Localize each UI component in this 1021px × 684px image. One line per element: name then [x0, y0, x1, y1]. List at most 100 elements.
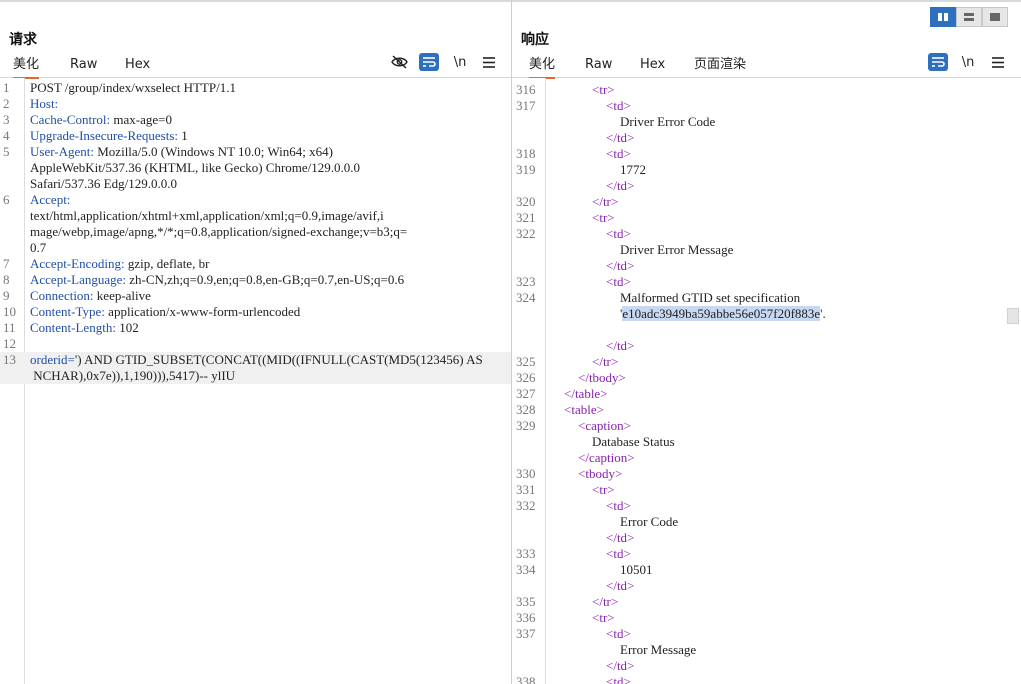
- line-content: Accept-Encoding: gzip, deflate, br: [30, 256, 209, 272]
- code-line: 0.7: [0, 240, 511, 256]
- code-line: 1 POST /group/index/wxselect HTTP/1.1: [0, 80, 511, 96]
- response-tab-render[interactable]: 页面渲染: [694, 56, 746, 77]
- code-line: Database Status: [512, 434, 1021, 450]
- html-tag: <td>: [606, 146, 631, 161]
- line-content: </tr>: [592, 194, 618, 210]
- code-line: text/html,application/xhtml+xml,applicat…: [0, 208, 511, 224]
- line-content: AppleWebKit/537.36 (KHTML, like Gecko) C…: [30, 160, 360, 176]
- line-number: 325: [516, 354, 536, 369]
- text-segment: gzip, deflate, br: [124, 256, 210, 271]
- line-content: </td>: [606, 178, 634, 194]
- wrap-lines-icon[interactable]: [419, 53, 439, 71]
- code-line: 327 </table>: [512, 386, 1021, 402]
- code-line: 11 Content-Length: 102: [0, 320, 511, 336]
- code-line: </td>: [512, 658, 1021, 674]
- request-title: 请求: [9, 32, 37, 48]
- layout-toggle-group: [930, 7, 1008, 27]
- header-key: Accept:: [30, 192, 71, 207]
- header-key: User-Agent:: [30, 144, 94, 159]
- line-content: <td>: [606, 674, 631, 684]
- newline-toggle[interactable]: \n: [450, 53, 470, 71]
- line-content: NCHAR),0x7e)),1,190))),5417)-- ylIU: [30, 368, 235, 384]
- code-line: 334 10501: [512, 562, 1021, 578]
- line-content: 'e10adc3949ba59abbe56e057f20f883e'.: [620, 306, 826, 322]
- split-columns-icon[interactable]: [930, 7, 956, 27]
- line-number: 330: [516, 466, 536, 481]
- header-key: Host:: [30, 96, 59, 111]
- line-content: orderid=') AND GTID_SUBSET(CONCAT((MID((…: [30, 352, 483, 368]
- code-line: </td>: [512, 338, 1021, 354]
- text-segment: Mozilla/5.0 (Windows NT 10.0; Win64; x64…: [94, 144, 333, 159]
- code-line: 8 Accept-Language: zh-CN,zh;q=0.9,en;q=0.…: [0, 272, 511, 288]
- response-tab-pretty[interactable]: 美化: [529, 56, 556, 79]
- line-content: </td>: [606, 578, 634, 594]
- line-content: Error Code: [620, 514, 678, 530]
- newline-toggle[interactable]: \n: [958, 53, 978, 71]
- code-line: </caption>: [512, 450, 1021, 466]
- html-tag: </td>: [606, 530, 635, 545]
- line-content: mage/webp,image/apng,*/*;q=0.8,applicati…: [30, 224, 407, 240]
- code-line: 319 1772: [512, 162, 1021, 178]
- line-content: <tbody>: [578, 466, 622, 482]
- code-line: 9 Connection: keep-alive: [0, 288, 511, 304]
- code-line: </td>: [512, 130, 1021, 146]
- line-content: <table>: [564, 402, 604, 418]
- text-segment: Malformed GTID set specification: [620, 290, 801, 305]
- hide-eye-icon[interactable]: [389, 53, 409, 71]
- code-line: 326 </tbody>: [512, 370, 1021, 386]
- request-editor[interactable]: 1 POST /group/index/wxselect HTTP/1.1 2 Hos…: [0, 78, 511, 684]
- code-line: AppleWebKit/537.36 (KHTML, like Gecko) C…: [0, 160, 511, 176]
- code-line: 337 <td>: [512, 626, 1021, 642]
- code-line: 3 Cache-Control: max-age=0: [0, 112, 511, 128]
- html-tag: </tr>: [592, 354, 619, 369]
- line-number: 11: [3, 320, 16, 335]
- html-tag: <tbody>: [578, 466, 623, 481]
- line-content: </tbody>: [578, 370, 626, 386]
- line-number: 328: [516, 402, 536, 417]
- code-line: 'e10adc3949ba59abbe56e057f20f883e'.: [512, 306, 1021, 322]
- text-segment: AppleWebKit/537.36 (KHTML, like Gecko) C…: [30, 160, 361, 175]
- code-line: 12: [0, 336, 511, 352]
- request-tab-pretty[interactable]: 美化: [13, 56, 40, 79]
- code-line: 7 Accept-Encoding: gzip, deflate, br: [0, 256, 511, 272]
- code-line: 322 <td>: [512, 226, 1021, 242]
- code-line: </td>: [512, 258, 1021, 274]
- line-number: 335: [516, 594, 536, 609]
- response-tab-hex[interactable]: Hex: [640, 56, 665, 77]
- text-segment: 10501: [620, 562, 653, 577]
- html-tag: <tr>: [592, 82, 615, 97]
- line-number: 7: [3, 256, 10, 271]
- line-content: <td>: [606, 226, 631, 242]
- line-number: 318: [516, 146, 536, 161]
- text-segment: text/html,application/xhtml+xml,applicat…: [30, 208, 384, 223]
- code-line: 336 <tr>: [512, 610, 1021, 626]
- wrap-lines-icon[interactable]: [928, 53, 948, 71]
- line-content: Driver Error Code: [620, 114, 715, 130]
- line-content: User-Agent: Mozilla/5.0 (Windows NT 10.0…: [30, 144, 333, 160]
- line-content: Content-Length: 102: [30, 320, 139, 336]
- code-line: 335 </tr>: [512, 594, 1021, 610]
- line-number: 12: [3, 336, 16, 351]
- response-tab-raw[interactable]: Raw: [585, 56, 612, 77]
- code-line: mage/webp,image/apng,*/*;q=0.8,applicati…: [0, 224, 511, 240]
- line-number: 323: [516, 274, 536, 289]
- line-content: </caption>: [578, 450, 635, 466]
- text-segment: 102: [115, 320, 139, 335]
- line-number: 319: [516, 162, 536, 177]
- html-tag: </td>: [606, 578, 635, 593]
- single-view-icon[interactable]: [982, 7, 1008, 27]
- line-number: 5: [3, 144, 10, 159]
- text-segment: mage/webp,image/apng,*/*;q=0.8,applicati…: [30, 224, 408, 239]
- request-tab-hex[interactable]: Hex: [125, 56, 150, 77]
- split-rows-icon[interactable]: [956, 7, 982, 27]
- code-line: 328 <table>: [512, 402, 1021, 418]
- html-tag: <td>: [606, 498, 631, 513]
- response-editor[interactable]: 316 <tr> 317 <td> Driver Error Code </td> 318 <…: [512, 78, 1021, 684]
- menu-icon[interactable]: [988, 53, 1008, 71]
- line-content: POST /group/index/wxselect HTTP/1.1: [30, 80, 236, 96]
- html-tag: </td>: [606, 258, 635, 273]
- menu-icon[interactable]: [479, 53, 499, 71]
- request-tab-raw[interactable]: Raw: [70, 56, 97, 77]
- html-tag: <td>: [606, 546, 631, 561]
